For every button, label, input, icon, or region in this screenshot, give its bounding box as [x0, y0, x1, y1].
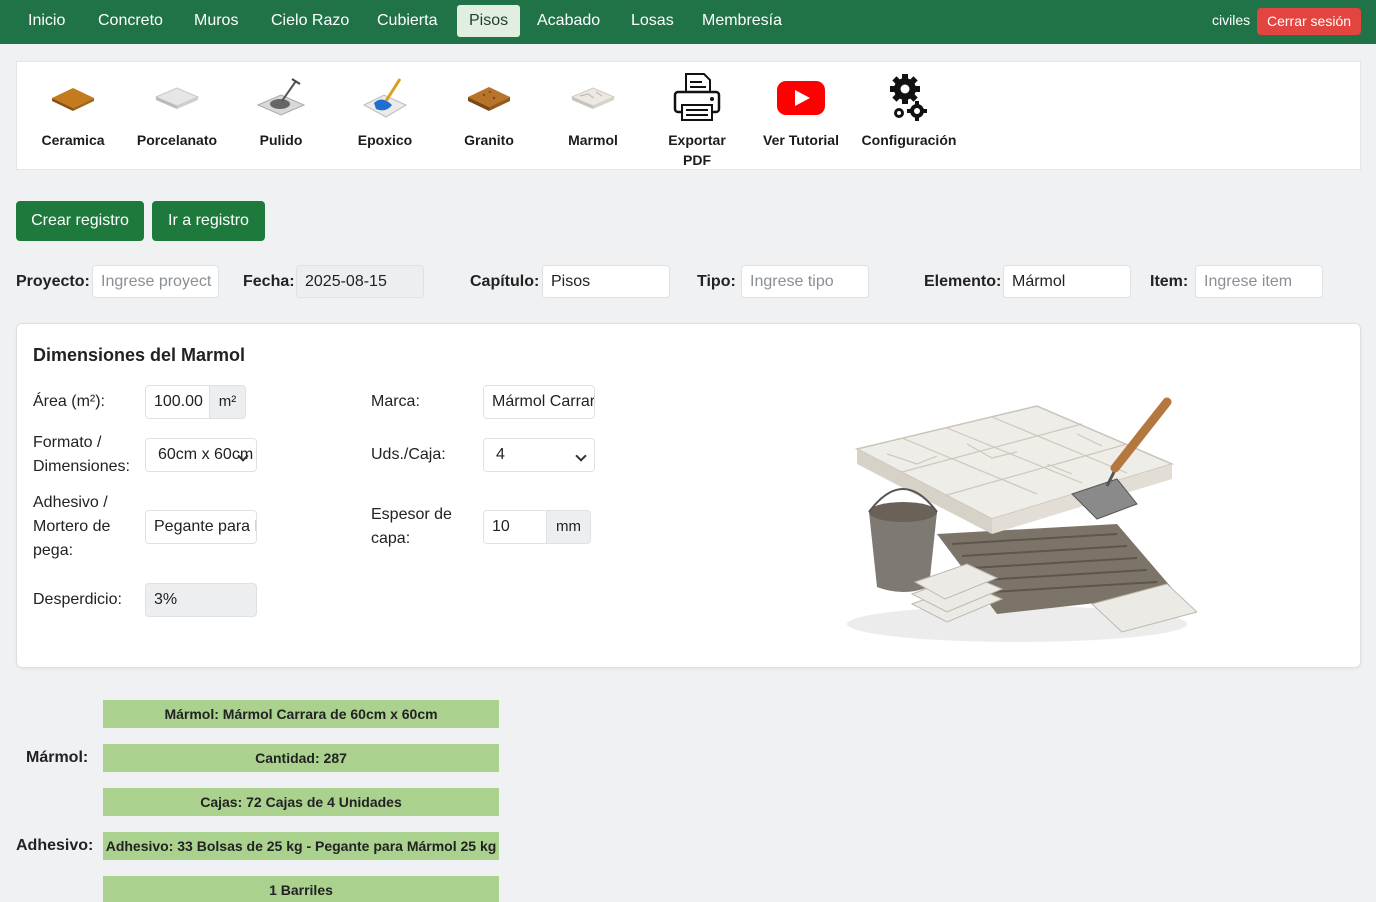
tool-label: Porcelanato [136, 132, 218, 148]
area-unit: m² [209, 385, 246, 419]
marca-label: Marca: [371, 393, 420, 410]
tool-label: Marmol [568, 132, 618, 148]
area-input[interactable]: 100.00 [145, 385, 210, 419]
granite-tile-icon [437, 69, 541, 127]
nav-acabado[interactable]: Acabado [525, 5, 612, 37]
nav-muros[interactable]: Muros [182, 5, 250, 37]
fecha-input[interactable]: 2025-08-15 [296, 265, 424, 298]
gears-icon [857, 69, 961, 127]
proyecto-label: Proyecto: [16, 273, 90, 290]
adhesivo-label: Adhesivo / Mortero de pega: [33, 491, 110, 563]
tool-label: Configuración [861, 132, 957, 148]
item-input[interactable]: Ingrese item [1195, 265, 1323, 298]
result-adhesivo: Adhesivo: 33 Bolsas de 25 kg - Pegante p… [103, 832, 499, 860]
item-label: Item: [1150, 273, 1189, 290]
nav-membresia[interactable]: Membresía [690, 5, 794, 37]
nav-cielo-razo[interactable]: Cielo Razo [259, 5, 361, 37]
printer-icon [645, 69, 749, 127]
top-navbar: Inicio Concreto Muros Cielo Razo Cubiert… [0, 0, 1376, 44]
nav-concreto[interactable]: Concreto [86, 5, 175, 37]
tool-porcelanato[interactable]: Porcelanato [125, 69, 229, 150]
desperdicio-label: Desperdicio: [33, 591, 122, 608]
adhesivo-label-line: pega: [33, 542, 74, 559]
result-barriles: 1 Barriles [103, 876, 499, 902]
tipo-label: Tipo: [697, 273, 736, 290]
fecha-label: Fecha: [243, 273, 295, 290]
formato-label: Formato / Dimensiones: [33, 431, 130, 479]
tool-label: Exportar PDF [668, 132, 726, 168]
formato-selected-value: 60cm x 60cm [158, 446, 254, 463]
formato-label-line: Dimensiones: [33, 458, 130, 475]
logout-button[interactable]: Cerrar sesión [1257, 8, 1361, 35]
result-cajas: Cajas: 72 Cajas de 4 Unidades [103, 788, 499, 816]
tool-pulido[interactable]: Pulido [229, 69, 333, 150]
tool-epoxico[interactable]: Epoxico [333, 69, 437, 150]
tool-configuracion[interactable]: Configuración [857, 69, 961, 150]
result-cantidad: Cantidad: 287 [103, 744, 499, 772]
go-to-record-button[interactable]: Ir a registro [152, 201, 265, 241]
desperdicio-input[interactable]: 3% [145, 583, 257, 617]
result-adhesivo-label: Adhesivo: [16, 837, 94, 854]
card-title: Dimensiones del Marmol [33, 345, 246, 365]
tool-granito[interactable]: Granito [437, 69, 541, 150]
create-record-button[interactable]: Crear registro [16, 201, 144, 241]
tool-label: Granito [464, 132, 514, 148]
espesor-label-line: Espesor de [371, 506, 452, 523]
nav-pisos[interactable]: Pisos [457, 5, 521, 37]
formato-label-line: Formato / [33, 434, 102, 451]
uds-caja-select[interactable]: 4 [483, 438, 595, 472]
uds-caja-label: Uds./Caja: [371, 446, 446, 463]
tool-ceramica[interactable]: Ceramica [21, 69, 125, 150]
ceramic-tile-icon [21, 69, 125, 127]
porcelain-tile-icon [125, 69, 229, 127]
uds-caja-selected-value: 4 [496, 446, 505, 463]
area-label: Área (m²): [33, 393, 105, 410]
marble-installation-illustration [817, 394, 1199, 654]
elemento-input[interactable]: Mármol [1003, 265, 1131, 298]
user-name: civiles [1212, 12, 1251, 28]
result-marmol-label: Mármol: [26, 749, 89, 766]
espesor-label-line: capa: [371, 530, 411, 547]
marble-tile-icon [541, 69, 645, 127]
tool-label: Ver Tutorial [763, 132, 839, 148]
tool-label: Ceramica [41, 132, 105, 148]
youtube-icon [749, 69, 853, 127]
tool-label: Pulido [259, 132, 303, 148]
espesor-label: Espesor de capa: [371, 503, 452, 551]
epoxy-icon [333, 69, 437, 127]
nav-cubierta[interactable]: Cubierta [365, 5, 449, 37]
adhesivo-label-line: Adhesivo / [33, 494, 108, 511]
elemento-label: Elemento: [924, 273, 1002, 290]
tool-ver-tutorial[interactable]: Ver Tutorial [749, 69, 853, 150]
floor-polisher-icon [229, 69, 333, 127]
marca-input[interactable]: Mármol Carrara [483, 385, 595, 419]
proyecto-input[interactable]: Ingrese proyect [92, 265, 219, 298]
capitulo-input[interactable]: Pisos [542, 265, 670, 298]
tool-exportar-pdf[interactable]: Exportar PDF [645, 69, 749, 170]
tool-label: Epoxico [357, 132, 413, 148]
floor-type-toolbar: Ceramica Porcelanato Pulido Epoxico Gran… [16, 61, 1361, 170]
nav-inicio[interactable]: Inicio [16, 5, 77, 37]
tipo-input[interactable]: Ingrese tipo [741, 265, 869, 298]
capitulo-label: Capítulo: [470, 273, 540, 290]
formato-select[interactable]: 60cm x 60cm [145, 438, 257, 472]
tool-marmol[interactable]: Marmol [541, 69, 645, 150]
nav-losas[interactable]: Losas [619, 5, 686, 37]
espesor-input[interactable]: 10 [483, 510, 547, 544]
result-marmol-description: Mármol: Mármol Carrara de 60cm x 60cm [103, 700, 499, 728]
espesor-unit: mm [546, 510, 591, 544]
adhesivo-label-line: Mortero de [33, 518, 111, 535]
dimensions-card: Dimensiones del Marmol Área (m²): 100.00… [16, 323, 1361, 668]
adhesivo-input[interactable]: Pegante para Mármol 25 kg [145, 510, 257, 544]
